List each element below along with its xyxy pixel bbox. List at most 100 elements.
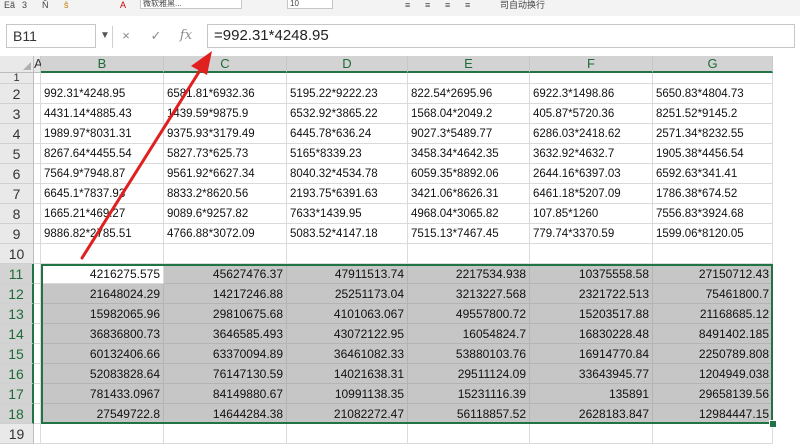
cell-c6[interactable]: 9561.92*6627.34	[164, 164, 287, 184]
cell-f1[interactable]	[530, 73, 653, 84]
orientation-icon[interactable]: ≡	[465, 0, 470, 10]
cell-f5[interactable]: 3632.92*4632.7	[530, 144, 653, 164]
cell-c14[interactable]: 3646585.493	[164, 324, 287, 344]
cell-a3[interactable]	[34, 104, 41, 124]
cell-d7[interactable]: 2193.75*6391.63	[287, 184, 408, 204]
cell-d10[interactable]	[287, 244, 408, 264]
cell-d19[interactable]	[287, 424, 408, 444]
cell-d17[interactable]: 10991138.35	[287, 384, 408, 404]
cell-g6[interactable]: 6592.63*341.41	[653, 164, 773, 184]
cell-b5[interactable]: 8267.64*4455.54	[41, 144, 164, 164]
cell-f4[interactable]: 6286.03*2418.62	[530, 124, 653, 144]
cell-b13[interactable]: 15982065.96	[41, 304, 164, 324]
cell-a16[interactable]	[34, 364, 41, 384]
cell-d18[interactable]: 21082272.47	[287, 404, 408, 424]
cell-f17[interactable]: 135891	[530, 384, 653, 404]
cell-d6[interactable]: 8040.32*4534.78	[287, 164, 408, 184]
cell-g15[interactable]: 2250789.808	[653, 344, 773, 364]
cell-f8[interactable]: 107.85*1260	[530, 204, 653, 224]
cell-f16[interactable]: 33643945.77	[530, 364, 653, 384]
cell-e11[interactable]: 2217534.938	[408, 264, 530, 284]
cell-g19[interactable]	[653, 424, 773, 444]
row-header-12[interactable]: 12	[0, 284, 34, 304]
cell-b1[interactable]	[41, 73, 164, 84]
cell-b3[interactable]: 4431.14*4885.43	[41, 104, 164, 124]
cell-d15[interactable]: 36461082.33	[287, 344, 408, 364]
cell-f13[interactable]: 15203517.88	[530, 304, 653, 324]
cell-b12[interactable]: 21648024.29	[41, 284, 164, 304]
cell-g1[interactable]	[653, 73, 773, 84]
cell-e18[interactable]: 56118857.52	[408, 404, 530, 424]
row-header-2[interactable]: 2	[0, 84, 34, 104]
cell-a18[interactable]	[34, 404, 41, 424]
cell-g3[interactable]: 8251.52*9145.2	[653, 104, 773, 124]
cell-e12[interactable]: 3213227.568	[408, 284, 530, 304]
cell-b16[interactable]: 52083828.64	[41, 364, 164, 384]
cell-a15[interactable]	[34, 344, 41, 364]
cell-e8[interactable]: 4968.04*3065.82	[408, 204, 530, 224]
font-name-select[interactable]: 微软雅黑...	[140, 0, 242, 9]
cell-b6[interactable]: 7564.9*7948.87	[41, 164, 164, 184]
column-header-b[interactable]: B	[41, 56, 164, 73]
row-header-17[interactable]: 17	[0, 384, 34, 404]
cell-g12[interactable]: 75461800.7	[653, 284, 773, 304]
cell-g17[interactable]: 29658139.56	[653, 384, 773, 404]
cell-d16[interactable]: 14021638.31	[287, 364, 408, 384]
cell-f14[interactable]: 16830228.48	[530, 324, 653, 344]
cell-c1[interactable]	[164, 73, 287, 84]
enter-icon[interactable]: ✓	[148, 27, 164, 45]
cell-g5[interactable]: 1905.38*4456.54	[653, 144, 773, 164]
row-header-3[interactable]: 3	[0, 104, 34, 124]
font-size-select[interactable]: 10	[287, 0, 333, 9]
formula-input[interactable]: =992.31*4248.95	[207, 24, 795, 48]
cell-d9[interactable]: 5083.52*4147.18	[287, 224, 408, 244]
cell-b9[interactable]: 9886.82*2785.51	[41, 224, 164, 244]
cell-d1[interactable]	[287, 73, 408, 84]
cell-b18[interactable]: 27549722.8	[41, 404, 164, 424]
name-box[interactable]: B11	[6, 24, 96, 48]
function-icon[interactable]: fx	[178, 27, 194, 45]
cell-d5[interactable]: 5165*8339.23	[287, 144, 408, 164]
cell-e15[interactable]: 53880103.76	[408, 344, 530, 364]
align-top-icon[interactable]: ≡	[405, 0, 410, 10]
cell-d14[interactable]: 43072122.95	[287, 324, 408, 344]
cell-d12[interactable]: 25251173.04	[287, 284, 408, 304]
cell-b7[interactable]: 6645.1*7837.93	[41, 184, 164, 204]
cell-a17[interactable]	[34, 384, 41, 404]
cell-g14[interactable]: 8491402.185	[653, 324, 773, 344]
cancel-icon[interactable]: ×	[118, 27, 134, 45]
cell-e14[interactable]: 16054824.7	[408, 324, 530, 344]
cell-b2[interactable]: 992.31*4248.95	[41, 84, 164, 104]
cell-a6[interactable]	[34, 164, 41, 184]
cut-icon[interactable]: 3	[22, 0, 27, 10]
cell-c13[interactable]: 29810675.68	[164, 304, 287, 324]
copy-icon[interactable]: Ň	[42, 0, 49, 10]
cell-a7[interactable]	[34, 184, 41, 204]
cell-f6[interactable]: 2644.16*6397.03	[530, 164, 653, 184]
cell-g4[interactable]: 2571.34*8232.55	[653, 124, 773, 144]
cell-c9[interactable]: 4766.88*3072.09	[164, 224, 287, 244]
cell-f9[interactable]: 779.74*3370.59	[530, 224, 653, 244]
row-header-5[interactable]: 5	[0, 144, 34, 164]
cell-a2[interactable]	[34, 84, 41, 104]
cell-g9[interactable]: 1599.06*8120.05	[653, 224, 773, 244]
cell-c10[interactable]	[164, 244, 287, 264]
cell-e1[interactable]	[408, 73, 530, 84]
row-header-6[interactable]: 6	[0, 164, 34, 184]
row-header-11[interactable]: 11	[0, 264, 34, 284]
cell-g11[interactable]: 27150712.43	[653, 264, 773, 284]
cell-c12[interactable]: 14217246.88	[164, 284, 287, 304]
cell-f19[interactable]	[530, 424, 653, 444]
cell-e16[interactable]: 29511124.09	[408, 364, 530, 384]
cell-c15[interactable]: 63370094.89	[164, 344, 287, 364]
cell-a14[interactable]	[34, 324, 41, 344]
cell-f15[interactable]: 16914770.84	[530, 344, 653, 364]
cell-c5[interactable]: 5827.73*625.73	[164, 144, 287, 164]
column-header-f[interactable]: F	[530, 56, 653, 73]
select-all-button[interactable]	[0, 56, 34, 73]
row-header-7[interactable]: 7	[0, 184, 34, 204]
chevron-down-icon[interactable]: ▼	[100, 30, 110, 41]
cell-e7[interactable]: 3421.06*8626.31	[408, 184, 530, 204]
cell-a4[interactable]	[34, 124, 41, 144]
cell-e17[interactable]: 15231116.39	[408, 384, 530, 404]
